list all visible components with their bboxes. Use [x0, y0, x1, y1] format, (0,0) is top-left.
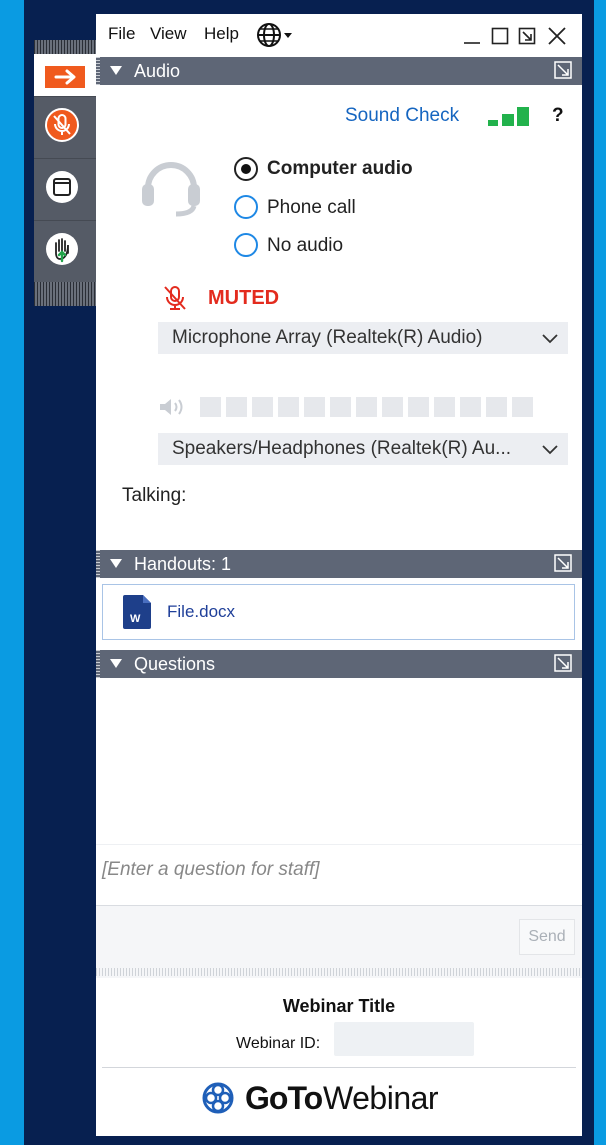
menu-view[interactable]: View: [150, 24, 187, 44]
popout-panel-icon[interactable]: [554, 554, 572, 572]
close-button[interactable]: [546, 25, 568, 52]
popout-button[interactable]: [517, 26, 537, 51]
minimize-icon: [464, 42, 480, 44]
level-segment: [408, 397, 429, 417]
level-segment: [486, 397, 507, 417]
no-audio-radio[interactable]: [234, 233, 258, 257]
level-segment: [460, 397, 481, 417]
audio-section-title: Audio: [134, 61, 181, 81]
raise-hand-button[interactable]: [34, 220, 96, 282]
muted-status: MUTED: [208, 287, 280, 309]
questions-section-title: Questions: [134, 654, 216, 674]
level-segment: [512, 397, 533, 417]
chevron-down-icon: [542, 334, 558, 344]
level-segment: [304, 397, 325, 417]
popout-panel-icon[interactable]: [554, 61, 572, 79]
send-area: Send: [96, 906, 582, 978]
webinar-info-footer: Webinar Title Webinar ID: GoTo Webinar: [96, 980, 582, 1136]
divider: [102, 1067, 576, 1068]
questions-section-header[interactable]: Questions: [96, 650, 582, 678]
collapse-triangle-icon: [110, 66, 122, 75]
menu-help[interactable]: Help: [204, 24, 239, 44]
questions-log[interactable]: [96, 678, 582, 844]
mute-toggle-button[interactable]: [34, 96, 96, 158]
menu-bar: File View Help: [96, 14, 582, 56]
close-icon: [548, 27, 566, 45]
handouts-section-header[interactable]: Handouts: 1: [96, 550, 582, 578]
level-segment: [226, 397, 247, 417]
word-doc-icon: W: [123, 595, 151, 629]
section-grip: [96, 57, 100, 85]
webinar-id-value: [334, 1022, 474, 1056]
globe-icon: [257, 23, 292, 47]
help-icon[interactable]: ?: [552, 105, 564, 127]
speakers-select-value: Speakers/Headphones (Realtek(R) Au...: [172, 438, 512, 459]
resize-grip[interactable]: [96, 968, 582, 976]
gotowebinar-logo: GoTo Webinar: [201, 1075, 501, 1125]
phone-call-label[interactable]: Phone call: [267, 197, 356, 219]
handout-file-item[interactable]: W File.docx: [102, 584, 575, 640]
toolbar-grip-top[interactable]: [34, 40, 96, 54]
gotowebinar-window: File View Help Audio Sound Check ? Compu…: [96, 14, 582, 1136]
menu-file[interactable]: File: [108, 24, 135, 44]
brand-name-regular: Webinar: [323, 1080, 439, 1116]
question-input[interactable]: [Enter a question for staff]: [96, 844, 582, 906]
collapse-triangle-icon: [110, 659, 122, 668]
microphone-select-value: Microphone Array (Realtek(R) Audio): [172, 327, 483, 348]
handout-file-name[interactable]: File.docx: [167, 602, 235, 622]
speaker-volume-icon: [160, 399, 183, 415]
language-menu[interactable]: [256, 22, 294, 53]
level-segment: [278, 397, 299, 417]
section-grip: [96, 650, 100, 678]
speaker-level-meter: [200, 14, 540, 417]
no-audio-label[interactable]: No audio: [267, 235, 343, 257]
sound-check-link[interactable]: Sound Check: [345, 105, 459, 127]
chevron-down-icon: [542, 445, 558, 455]
microphone-muted-icon: [45, 108, 79, 142]
arrow-right-icon: [54, 69, 76, 85]
toolbar-grip-bottom[interactable]: [34, 282, 96, 306]
speakers-select[interactable]: Speakers/Headphones (Realtek(R) Au...: [158, 433, 568, 465]
level-segment: [382, 397, 403, 417]
phone-call-radio[interactable]: [234, 195, 258, 219]
brand-name-bold: GoTo: [245, 1080, 323, 1116]
webinar-title: Webinar Title: [282, 996, 396, 1016]
signal-strength-icon: [488, 107, 529, 126]
collapse-triangle-icon: [110, 559, 122, 568]
audio-section-header[interactable]: Audio: [96, 57, 582, 85]
question-input-placeholder: [Enter a question for staff]: [102, 859, 320, 880]
level-segment: [356, 397, 377, 417]
handouts-section-title: Handouts: 1: [134, 554, 232, 574]
show-screen-button[interactable]: [34, 158, 96, 220]
level-segment: [330, 397, 351, 417]
popout-icon: [518, 27, 536, 45]
level-segment: [434, 397, 455, 417]
window-icon: [46, 171, 78, 203]
level-segment: [252, 397, 273, 417]
maximize-icon: [491, 27, 509, 45]
level-segment: [200, 397, 221, 417]
computer-audio-label[interactable]: Computer audio: [267, 158, 413, 180]
collapse-panel-button[interactable]: [34, 54, 96, 96]
maximize-button[interactable]: [490, 26, 510, 51]
webinar-id-label: Webinar ID:: [236, 1035, 321, 1052]
popout-panel-icon[interactable]: [554, 654, 572, 672]
raise-hand-icon: [46, 233, 78, 265]
computer-audio-radio[interactable]: [234, 157, 258, 181]
minimize-button[interactable]: [462, 26, 482, 51]
section-grip: [96, 550, 100, 578]
svg-text:W: W: [130, 613, 141, 625]
headset-icon: [142, 162, 200, 217]
send-button[interactable]: Send: [519, 919, 575, 955]
gotowebinar-logo-icon: [202, 1082, 234, 1114]
microphone-select[interactable]: Microphone Array (Realtek(R) Audio): [158, 322, 568, 354]
microphone-muted-icon: [164, 286, 186, 310]
control-panel-toolbar: [34, 40, 96, 306]
talking-label: Talking:: [122, 485, 187, 506]
